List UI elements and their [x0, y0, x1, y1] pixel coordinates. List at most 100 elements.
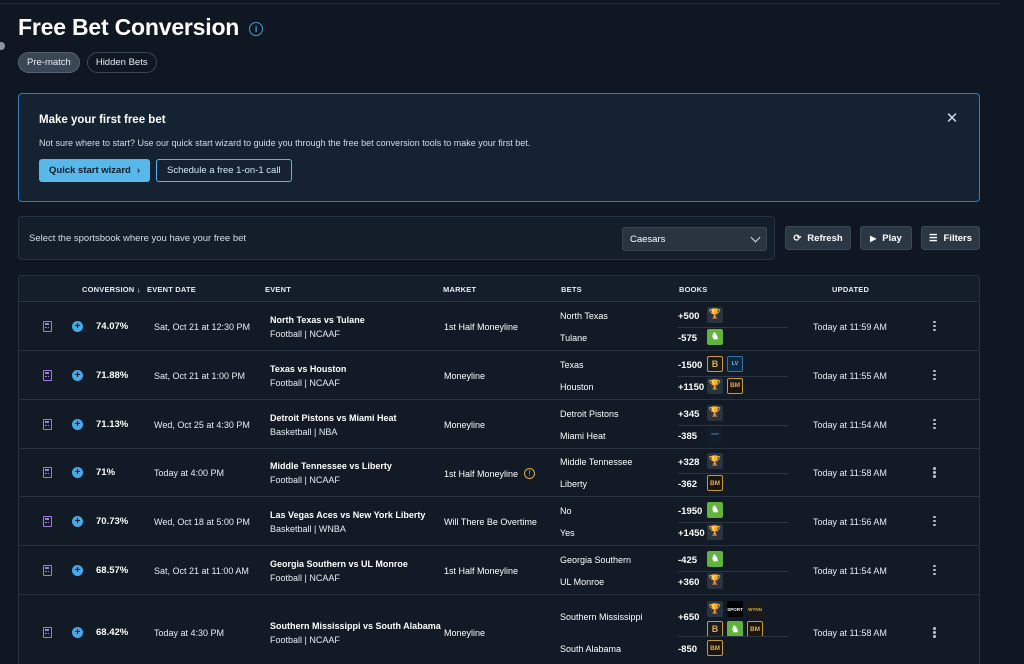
book-logo-lv[interactable]: LV [727, 355, 743, 372]
quick-start-wizard-button[interactable]: Quick start wizard › [39, 159, 151, 182]
close-icon[interactable]: ✕ [945, 111, 959, 126]
add-bet-icon[interactable]: + [72, 564, 83, 576]
market-label: Moneyline [444, 628, 486, 638]
add-bet-icon[interactable]: + [72, 418, 83, 430]
book-logo-trophy[interactable]: 🏆 [707, 377, 723, 394]
calculator-icon[interactable] [43, 627, 52, 638]
table-header: CONVERSION ↓ EVENT DATE EVENT MARKET BET… [19, 276, 979, 302]
bet-odds: +1150 [678, 381, 705, 393]
tab-hidden-bets[interactable]: Hidden Bets [86, 52, 157, 73]
add-bet-icon[interactable]: + [72, 369, 83, 381]
event-name[interactable]: Texas vs Houston [270, 364, 346, 374]
calculator-icon[interactable] [43, 320, 52, 332]
calculator-icon[interactable] [43, 564, 52, 576]
book-logo-trophy[interactable]: 🏆 [707, 453, 723, 469]
sportsbook-dropdown[interactable]: Caesars [622, 227, 767, 251]
add-bet-icon[interactable]: + [72, 627, 83, 638]
book-logo-bm-round[interactable]: BM [747, 621, 763, 637]
event-date: Today at 4:30 PM [154, 628, 225, 638]
market-name: 1st Half Moneyline [444, 566, 518, 576]
scroll-indicator[interactable] [0, 42, 5, 50]
bet-odds: -425 [678, 554, 698, 566]
add-bet-icon[interactable]: + [72, 515, 83, 527]
calculator-icon[interactable] [43, 369, 52, 381]
book-logo-trophy[interactable]: 🏆 [707, 572, 723, 589]
book-logo-trophy[interactable]: 🏆 [707, 601, 723, 617]
event-date: Sat, Oct 21 at 11:00 AM [154, 565, 249, 576]
event-league: Football | NCAAF [270, 475, 340, 485]
book-logo-draftkings[interactable]: ♞ [707, 550, 723, 567]
more-options-icon[interactable] [933, 467, 936, 479]
event-date: Wed, Oct 18 at 5:00 PM [154, 516, 250, 527]
bet-selection: No [560, 505, 572, 516]
warning-icon[interactable]: ! [524, 468, 536, 479]
calculator-icon[interactable] [43, 467, 52, 478]
schedule-call-button[interactable]: Schedule a free 1-on-1 call [156, 159, 292, 182]
more-options-icon[interactable] [933, 627, 936, 639]
refresh-label: Refresh [807, 232, 843, 244]
book-logo-bm[interactable]: BM [707, 640, 723, 656]
market-label: Will There Be Overtime [444, 516, 537, 527]
conversion-value: 71.88% [96, 369, 129, 381]
sliders-icon: ☰ [928, 232, 938, 244]
book-logo-bm[interactable]: BM [707, 475, 723, 491]
updated-time: Today at 11:54 AM [813, 419, 887, 430]
book-logo-betmgm-b[interactable]: B [707, 621, 723, 637]
book-logo-draftkings[interactable]: ♞ [727, 621, 743, 637]
bet-divider [678, 636, 788, 637]
event-league: Football | NCAAF [270, 328, 340, 339]
refresh-button[interactable]: ⟳ Refresh [785, 226, 851, 250]
book-logo-trophy[interactable]: 🏆 [707, 523, 723, 540]
conversion-value: 68.57% [96, 564, 129, 576]
header-conversion[interactable]: CONVERSION ↓ [82, 285, 141, 294]
event-name[interactable]: Georgia Southern vs UL Monroe [270, 559, 408, 569]
market-name: Moneyline [444, 420, 485, 430]
header-market: MARKET [443, 285, 477, 294]
info-icon[interactable]: i [249, 21, 264, 36]
event-name[interactable]: Detroit Pistons vs Miami Heat [270, 413, 397, 423]
book-logo-line[interactable]: ━━ [707, 426, 723, 443]
more-options-icon[interactable] [933, 564, 936, 577]
book-logo-betmgm-b[interactable]: B [707, 355, 723, 372]
filters-button[interactable]: ☰ Filters [921, 226, 980, 250]
more-options-icon[interactable] [933, 515, 936, 528]
event-name[interactable]: North Texas vs Tulane [270, 315, 365, 325]
bet-selection: Houston [560, 381, 594, 392]
calculator-icon[interactable] [43, 515, 52, 527]
more-options-icon[interactable] [933, 418, 936, 431]
book-logo-bm[interactable]: BM [727, 377, 743, 394]
add-bet-icon[interactable]: + [72, 467, 83, 478]
bet-odds: +328 [678, 457, 700, 468]
book-logo-draftkings[interactable]: ♞ [707, 501, 723, 518]
calculator-icon[interactable] [43, 418, 52, 430]
book-logo-sportsbook[interactable]: SPORT [727, 601, 743, 617]
event-name[interactable]: Middle Tennessee vs Liberty [270, 461, 392, 471]
event-name[interactable]: Las Vegas Aces vs New York Liberty [270, 510, 425, 520]
chevron-down-icon [750, 232, 761, 242]
market-label: Moneyline [444, 370, 486, 381]
bet-odds: +1450 [678, 527, 705, 539]
more-options-icon[interactable] [933, 369, 936, 382]
event-date: Sat, Oct 21 at 1:00 PM [154, 370, 246, 381]
bet-odds: +345 [678, 408, 700, 420]
book-logo-wynn[interactable]: WYNN [747, 601, 763, 617]
table-row: +71.13% Wed, Oct 25 at 4:30 PM Detroit Pis… [19, 400, 979, 449]
play-icon: ▶ [870, 233, 877, 243]
market-label: 1st Half Moneyline [444, 321, 519, 332]
bet-selection: South Alabama [560, 644, 622, 654]
book-logo-trophy[interactable]: 🏆 [707, 404, 723, 421]
event-league: Basketball | WNBA [270, 523, 346, 534]
event-date: Wed, Oct 25 at 4:30 PM [154, 419, 250, 430]
book-logo-draftkings[interactable]: ♞ [707, 328, 723, 345]
sportsbook-selector-panel: Select the sportsbook where you have you… [18, 216, 775, 260]
event-name[interactable]: Southern Mississippi vs South Alabama [270, 621, 441, 631]
event-league: Basketball | NBA [270, 426, 338, 437]
add-bet-icon[interactable]: + [72, 320, 83, 332]
event-league: Football | NCAAF [270, 635, 340, 645]
play-button[interactable]: ▶ Play [860, 226, 912, 250]
more-options-icon[interactable] [933, 320, 936, 333]
bet-selection: Detroit Pistons [560, 408, 619, 419]
top-border [0, 0, 1000, 4]
tab-pre-match[interactable]: Pre-match [18, 52, 80, 73]
book-logo-trophy[interactable]: 🏆 [707, 306, 723, 323]
